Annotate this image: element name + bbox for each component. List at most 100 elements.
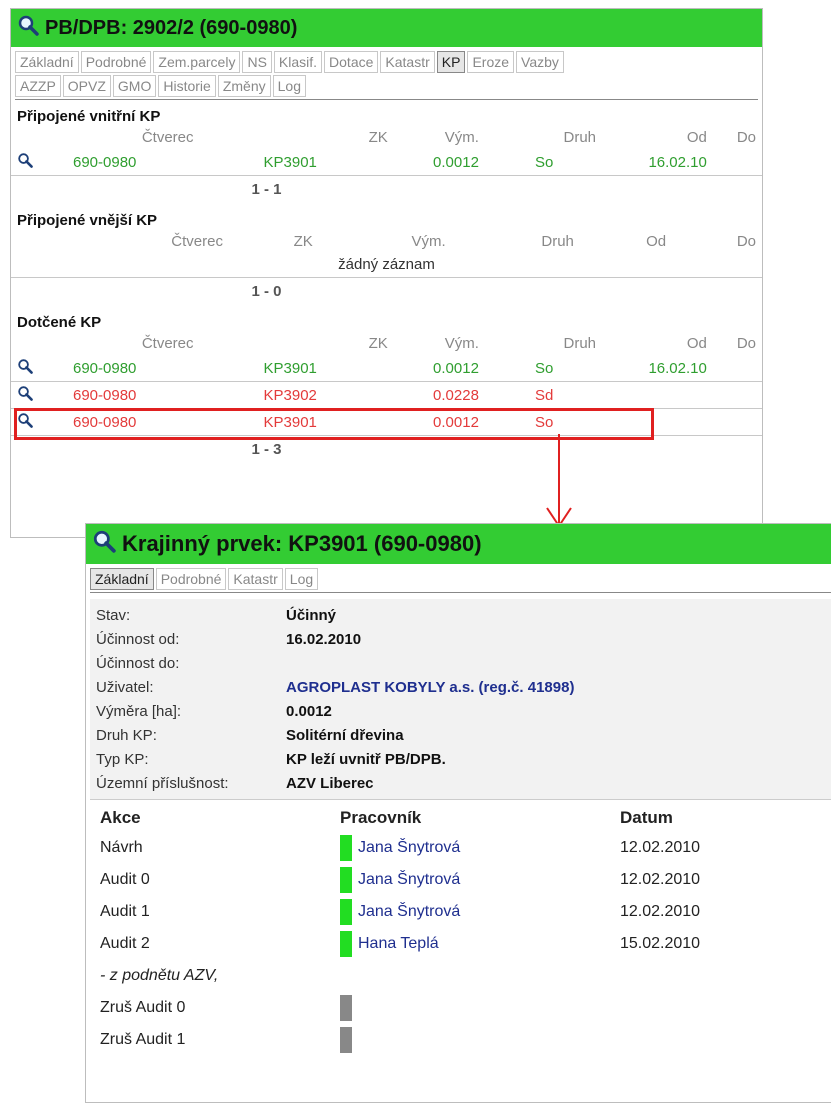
col-header: ZK — [368, 128, 388, 146]
tab-dotace[interactable]: Dotace — [324, 51, 379, 73]
audit-datum: 12.02.2010 — [620, 871, 701, 888]
section-title: Připojené vnější KP — [17, 212, 158, 229]
cell-vym: 0.0228 — [393, 381, 485, 409]
audit-header-pracovnik: Pracovník — [340, 808, 422, 827]
audit-akce: Zruš Audit 1 — [100, 1031, 186, 1048]
table-row[interactable]: 690-0980 KP3902 0.0228 Sd — [11, 381, 762, 409]
col-header: Od — [646, 232, 667, 250]
status-bar — [340, 995, 352, 1021]
audit-pracovnik — [340, 995, 620, 1021]
pager: 1 - 3 — [251, 441, 282, 458]
person-link[interactable]: Jana Šnytrová — [358, 903, 460, 921]
field-label: Typ KP: — [96, 750, 149, 768]
tab-row: Základní Podrobné Zem.parcely NS Klasif. Dota… — [15, 51, 758, 75]
field-row: Územní příslušnost: AZV Liberec — [96, 771, 831, 795]
audit-row: - z podnětu AZV, — [96, 960, 831, 992]
cell-druh: So — [484, 355, 603, 382]
field-label: Územní příslušnost: — [96, 774, 229, 792]
person-link[interactable]: Hana Teplá — [358, 935, 439, 953]
field-label: Účinnost do: — [96, 654, 180, 672]
magnifier-icon[interactable] — [11, 149, 43, 176]
tab-katastr[interactable]: Katastr — [228, 568, 283, 590]
cell-do — [712, 381, 762, 409]
tab-klasif.[interactable]: Klasif. — [273, 51, 323, 73]
tab-azzp[interactable]: AZZP — [15, 75, 61, 97]
col-header: Druh — [541, 232, 574, 250]
kp-detail-fields: Stav: Účinný Účinnost od: 16.02.2010 Účinnos… — [90, 599, 831, 800]
tab-zem.parcely[interactable]: Zem.parcely — [153, 51, 241, 73]
field-label: Stav: — [96, 606, 131, 624]
field-row: Účinnost do: — [96, 651, 831, 675]
tab-vazby[interactable]: Vazby — [516, 51, 564, 73]
audit-row: Návrh Jana Šnytrová 12.02.2010 — [96, 832, 831, 864]
status-bar — [340, 867, 352, 893]
col-lens — [11, 331, 43, 355]
audit-datum: 12.02.2010 — [620, 903, 701, 920]
field-row: Výměra [ha]: 0.0012 — [96, 699, 831, 723]
tab-eroze[interactable]: Eroze — [467, 51, 515, 73]
tab-kp[interactable]: KP — [436, 51, 466, 73]
cell-od — [602, 381, 713, 409]
panel-title: Krajinný prvek: KP3901 (690-0980) — [122, 531, 482, 556]
tab-opvz[interactable]: OPVZ — [62, 75, 111, 97]
table-row[interactable]: 690-0980 KP3901 0.0012 So 16.02.10 — [11, 149, 762, 176]
tab-podrobné[interactable]: Podrobné — [155, 568, 227, 590]
col-header: ZK — [368, 334, 388, 352]
field-value: AZV Liberec — [286, 774, 374, 792]
col-header: Do — [736, 128, 756, 146]
cell-druh: So — [484, 149, 603, 176]
tab-základní[interactable]: Základní — [90, 568, 154, 590]
field-value: 0.0012 — [286, 702, 332, 720]
field-label: Účinnost od: — [96, 630, 180, 648]
audit-pracovnik: Jana Šnytrová — [340, 899, 620, 925]
col-header: Vým. — [444, 334, 479, 352]
audit-akce: Zruš Audit 0 — [100, 999, 186, 1016]
audit-pracovnik: Hana Teplá — [340, 931, 620, 957]
field-row: Typ KP: KP leží uvnitř PB/DPB. — [96, 747, 831, 771]
audit-datum: 12.02.2010 — [620, 839, 701, 856]
field-value: 16.02.2010 — [286, 630, 362, 648]
col-header: Druh — [563, 334, 597, 352]
tab-log[interactable]: Log — [272, 75, 306, 97]
field-row: Účinnost od: 16.02.2010 — [96, 627, 831, 651]
cell-do — [712, 149, 762, 176]
magnifier-icon[interactable] — [11, 381, 43, 409]
col-header: Čtverec — [171, 232, 223, 250]
audit-akce: Návrh — [100, 839, 143, 856]
field-label: Druh KP: — [96, 726, 157, 744]
cell-do — [712, 408, 762, 436]
audit-row: Zruš Audit 1 — [96, 1024, 831, 1056]
audit-row: Audit 0 Jana Šnytrová 12.02.2010 — [96, 864, 831, 896]
tab-gmo[interactable]: GMO — [112, 75, 157, 97]
panel-title: PB/DPB: 2902/2 (690-0980) — [45, 16, 298, 39]
field-label: Výměra [ha]: — [96, 702, 182, 720]
pb-dpb-panel: PB/DPB: 2902/2 (690-0980) Základní Podrob… — [10, 8, 763, 538]
tab-ns[interactable]: NS — [242, 51, 272, 73]
col-header: Od — [686, 334, 707, 352]
kp-table: Čtverec ZK Vým. Druh Od Do — [11, 229, 762, 253]
audit-akce: Audit 0 — [100, 871, 150, 888]
tab-log[interactable]: Log — [284, 568, 319, 590]
magnifier-icon — [92, 529, 116, 559]
tab-změny[interactable]: Změny — [217, 75, 271, 97]
col-header: Do — [736, 232, 756, 250]
pager: 1 - 0 — [251, 283, 282, 300]
tab-základní[interactable]: Základní — [15, 51, 79, 73]
person-link[interactable]: Jana Šnytrová — [358, 871, 460, 889]
magnifier-icon[interactable] — [11, 355, 43, 382]
audit-table: Akce Pracovník Datum Návrh Jana Šnytrová 1… — [96, 804, 831, 1056]
cell-od: 16.02.10 — [602, 149, 713, 176]
tab-bar: Základní Podrobné Zem.parcely NS Klasif. Dota… — [11, 47, 762, 99]
tab-historie[interactable]: Historie — [158, 75, 216, 97]
cell-zk: KP3901 — [199, 149, 394, 176]
cell-druh: Sd — [484, 381, 603, 409]
audit-pracovnik: Jana Šnytrová — [340, 867, 620, 893]
person-link[interactable]: Jana Šnytrová — [358, 839, 460, 857]
col-header: Čtverec — [141, 334, 194, 352]
field-value[interactable]: AGROPLAST KOBYLY a.s. (reg.č. 41898) — [286, 679, 574, 696]
tab-katastr[interactable]: Katastr — [380, 51, 435, 73]
section-title: Dotčené KP — [17, 314, 102, 331]
table-row[interactable]: 690-0980 KP3901 0.0012 So 16.02.10 — [11, 355, 762, 382]
pager: 1 - 1 — [251, 181, 282, 198]
tab-podrobné[interactable]: Podrobné — [80, 51, 152, 73]
